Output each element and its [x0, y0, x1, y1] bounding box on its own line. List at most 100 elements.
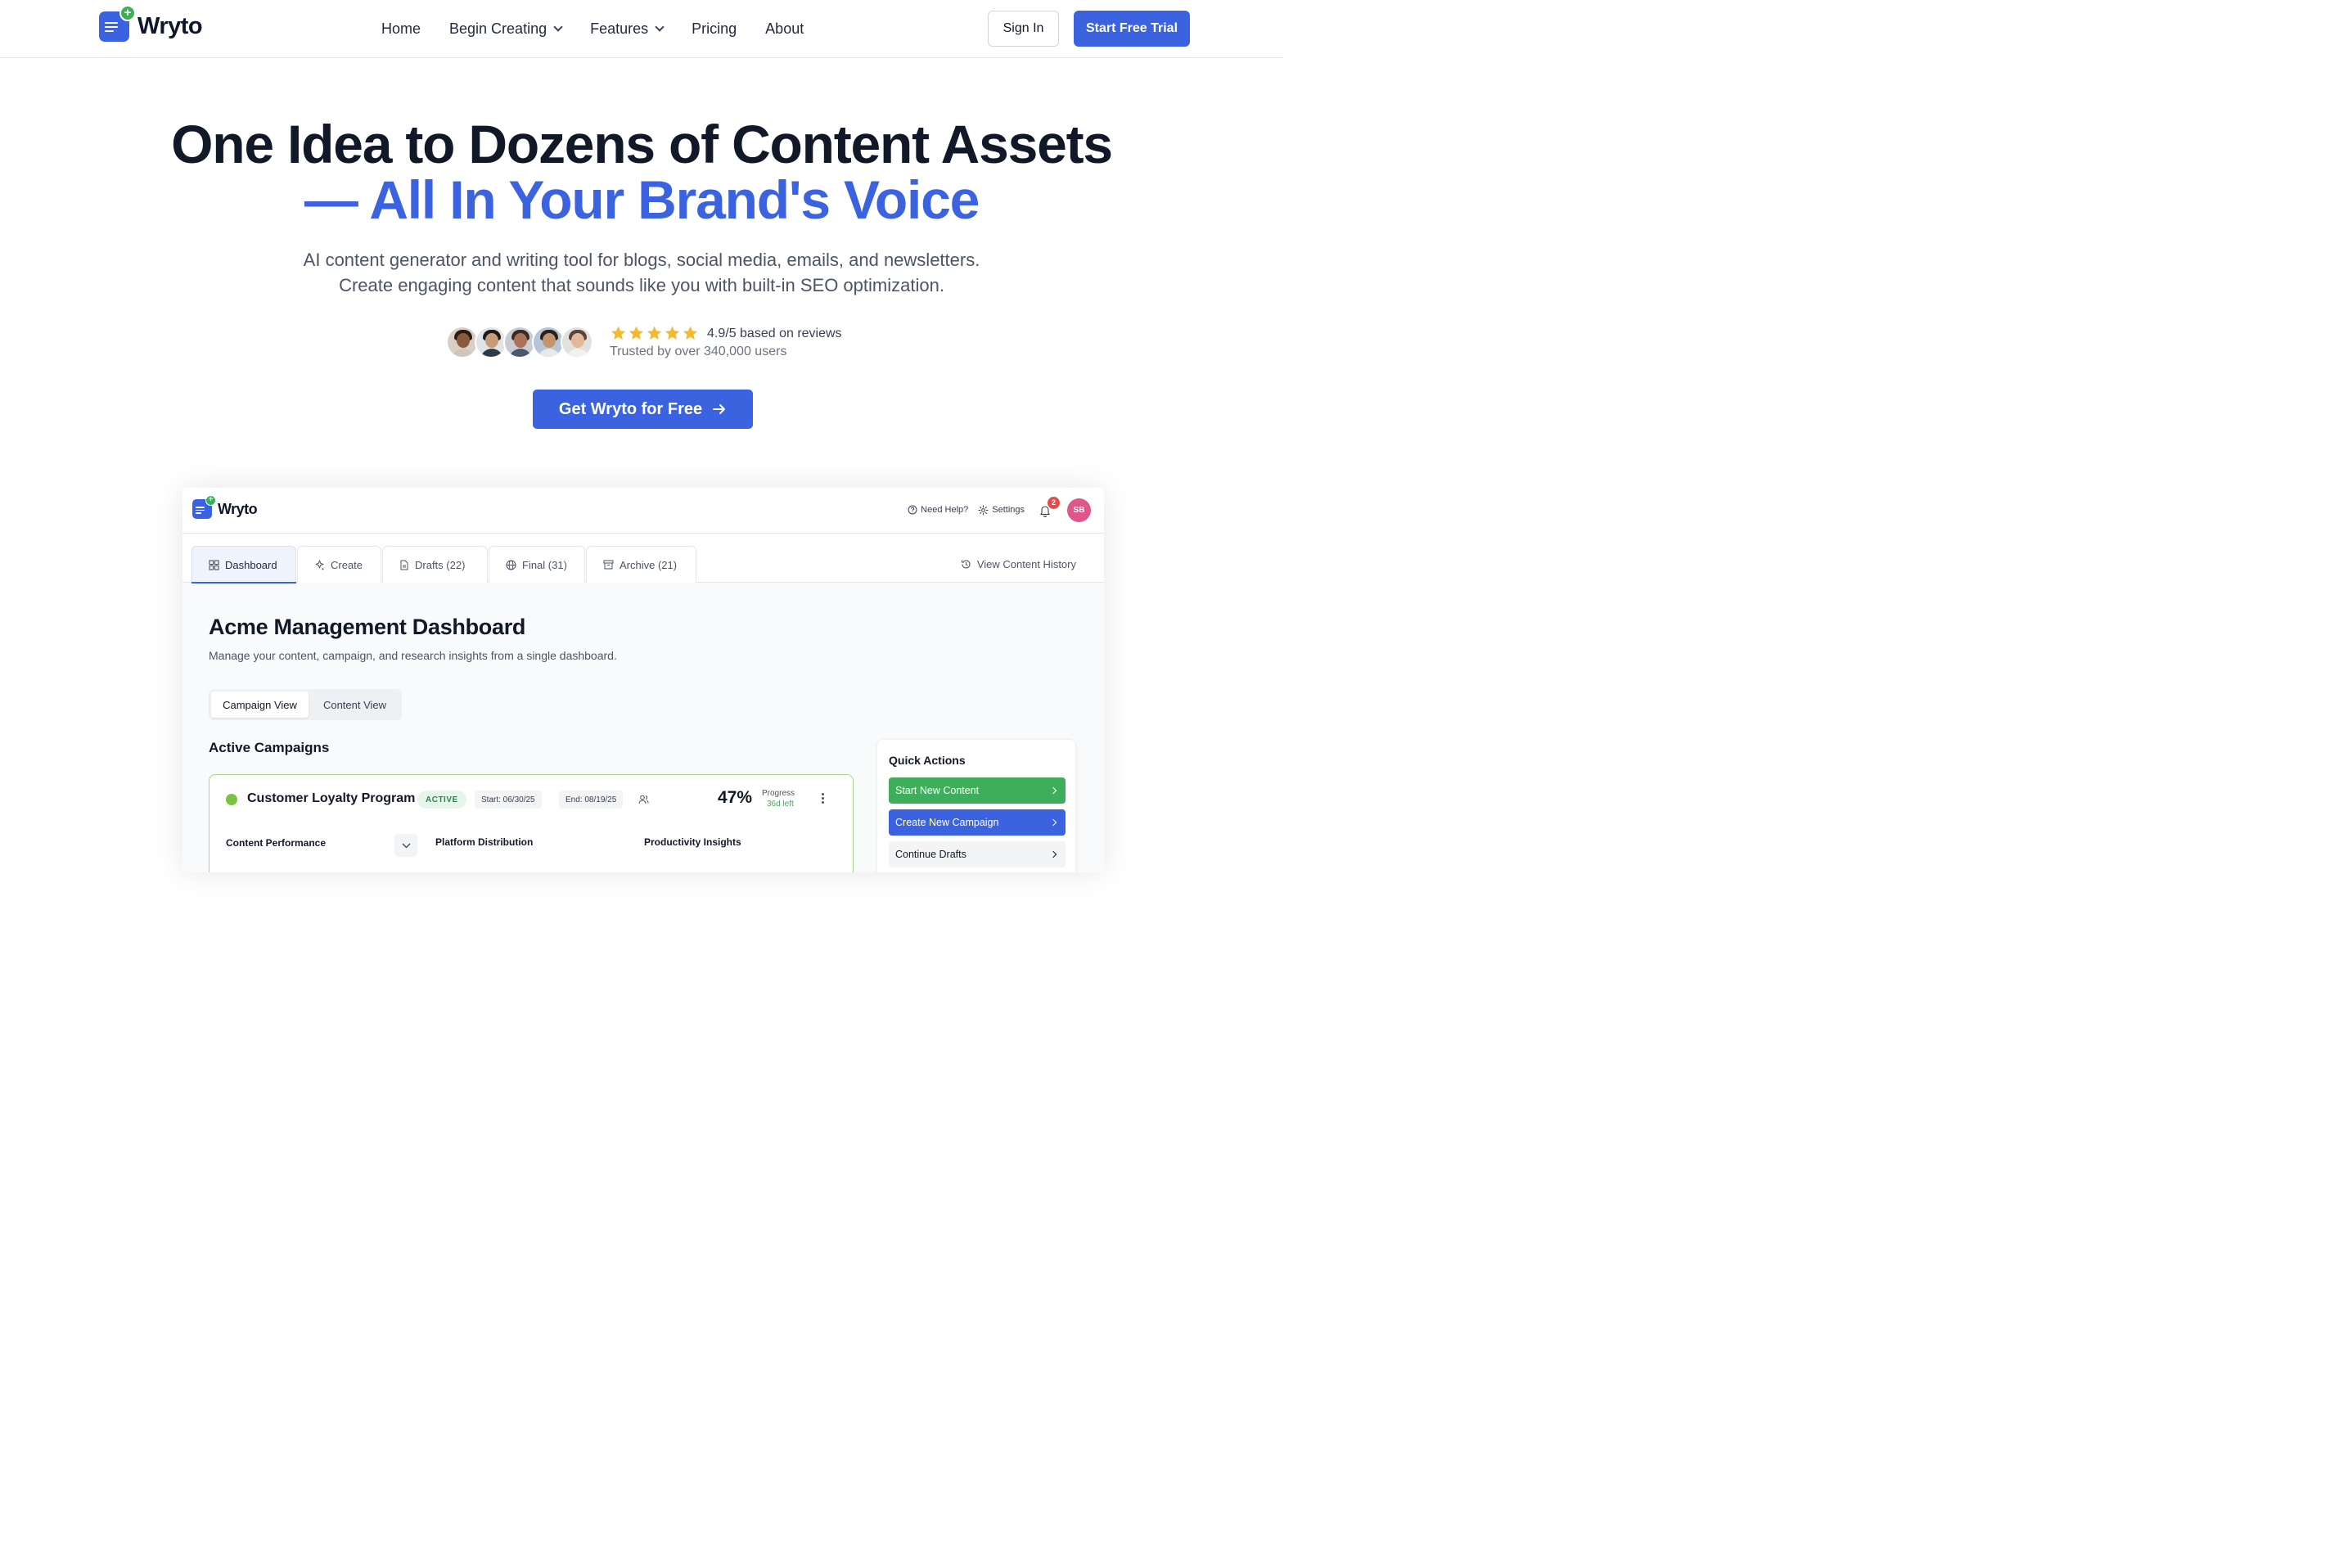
help-label: Need Help? [921, 505, 969, 515]
brand-logo[interactable]: + Wryto [99, 5, 203, 42]
notifications-button[interactable]: 2 [1038, 497, 1060, 517]
continue-drafts-button[interactable]: Continue Drafts [889, 841, 1066, 867]
chevron-right-icon [1049, 818, 1057, 827]
start-new-content-label: Start New Content [895, 785, 980, 796]
tab-create[interactable]: Create [297, 546, 381, 583]
more-options-icon[interactable] [822, 793, 825, 805]
get-wryto-free-button[interactable]: Get Wryto for Free [533, 390, 753, 429]
star-icon [611, 326, 626, 340]
hero-headline-accent: — All In Your Brand's Voice [304, 169, 980, 230]
site-header: + Wryto Home Begin Creating Features Pri… [0, 0, 1283, 58]
nav-pricing-label: Pricing [692, 20, 737, 37]
app-brand-name: Wryto [218, 500, 258, 517]
logo-document-icon: + [192, 495, 216, 519]
dashboard-icon [209, 560, 219, 570]
campaign-progress-percent: 47% [718, 788, 753, 807]
arrow-right-icon [713, 404, 726, 414]
chevron-right-icon [1049, 850, 1057, 858]
hero-subtitle: AI content generator and writing tool fo… [0, 247, 1283, 298]
tab-drafts-label: Drafts (22) [415, 558, 466, 571]
campaign-start-date: Start: 06/30/25 [475, 791, 542, 809]
campaign-status-dot [226, 794, 237, 805]
tab-dashboard[interactable]: Dashboard [191, 546, 296, 583]
tab-create-label: Create [331, 558, 363, 571]
user-avatar-button[interactable]: SB [1067, 498, 1091, 522]
app-tabs: Dashboard Create Drafts (22) Final (31) … [182, 534, 1104, 583]
users-icon[interactable] [638, 795, 649, 804]
create-new-campaign-button[interactable]: Create New Campaign [889, 809, 1066, 836]
tab-final-label: Final (31) [522, 558, 567, 571]
chevron-down-icon [655, 22, 665, 32]
hero-subtitle-line-1: AI content generator and writing tool fo… [303, 250, 980, 270]
content-performance-heading: Content Performance [226, 837, 327, 849]
nav-home-label: Home [381, 20, 421, 37]
campaign-status-badge: ACTIVE [417, 791, 466, 809]
tab-archive[interactable]: Archive (21) [586, 546, 696, 583]
app-header: + Wryto Need Help? Settings 2 SB [182, 488, 1104, 534]
dashboard-title: Acme Management Dashboard [209, 615, 526, 639]
quick-actions-panel: Quick Actions Start New Content Create N… [876, 739, 1076, 872]
hero-subtitle-line-2: Create engaging content that sounds like… [339, 275, 944, 295]
campaign-name: Customer Loyalty Program [247, 791, 416, 805]
settings-label: Settings [992, 505, 1025, 515]
document-icon [400, 560, 408, 570]
view-content-history-link[interactable]: View Content History [961, 558, 1076, 570]
user-avatars [446, 324, 597, 360]
campaign-card[interactable]: Customer Loyalty Program ACTIVE Start: 0… [209, 774, 854, 872]
settings-link[interactable]: Settings [978, 504, 1025, 516]
logo-document-icon: + [99, 5, 136, 42]
notification-badge: 2 [1048, 497, 1060, 509]
tab-dashboard-label: Dashboard [225, 558, 277, 571]
history-label: View Content History [976, 558, 1076, 570]
user-avatar [475, 326, 507, 358]
sparkle-icon [315, 560, 325, 570]
user-avatar [446, 326, 479, 358]
star-icon [665, 326, 680, 340]
user-avatar [532, 326, 565, 358]
content-view-button[interactable]: Content View [310, 692, 399, 718]
user-avatar [503, 326, 536, 358]
app-logo[interactable]: + Wryto [192, 495, 258, 519]
campaign-progress-label: Progress [762, 789, 795, 798]
help-circle-icon [908, 505, 917, 515]
tab-final[interactable]: Final (31) [489, 546, 585, 583]
tab-archive-label: Archive (21) [620, 558, 678, 571]
campaign-end-date: End: 08/19/25 [559, 791, 624, 809]
chevron-right-icon [1049, 786, 1057, 795]
sign-in-button[interactable]: Sign In [988, 11, 1059, 47]
star-icon [629, 326, 644, 340]
nav-features[interactable]: Features [590, 19, 665, 38]
help-link[interactable]: Need Help? [908, 505, 968, 515]
user-avatar [561, 326, 593, 358]
app-preview: + Wryto Need Help? Settings 2 SB Dashboa… [182, 488, 1104, 872]
nav-features-label: Features [590, 20, 649, 37]
star-icon [683, 326, 698, 340]
nav-about[interactable]: About [765, 19, 804, 38]
logo-plus-icon: + [119, 5, 136, 21]
dashboard-subtitle: Manage your content, campaign, and resea… [209, 649, 617, 662]
rating-text: 4.9/5 based on reviews [707, 327, 842, 340]
nav-pricing[interactable]: Pricing [692, 19, 737, 38]
content-performance-toggle[interactable] [394, 834, 417, 857]
active-campaigns-title: Active Campaigns [209, 740, 330, 755]
social-proof: 4.9/5 based on reviews Trusted by over 3… [446, 324, 855, 360]
continue-drafts-label: Continue Drafts [895, 849, 966, 860]
quick-actions-title: Quick Actions [889, 754, 966, 767]
gear-icon [978, 504, 989, 516]
campaign-view-button[interactable]: Campaign View [211, 692, 309, 718]
platform-distribution-heading: Platform Distribution [435, 836, 534, 848]
nav-begin-creating-label: Begin Creating [449, 20, 547, 37]
cta-label: Get Wryto for Free [558, 399, 703, 418]
start-free-trial-button[interactable]: Start Free Trial [1074, 11, 1190, 47]
app-body: Dashboard Create Drafts (22) Final (31) … [182, 534, 1104, 872]
tab-drafts[interactable]: Drafts (22) [382, 546, 488, 583]
nav-home[interactable]: Home [381, 19, 421, 38]
nav-begin-creating[interactable]: Begin Creating [449, 19, 563, 38]
start-new-content-button[interactable]: Start New Content [889, 777, 1066, 804]
brand-name: Wryto [137, 13, 203, 39]
chevron-down-icon [402, 843, 410, 848]
hero-headline: One Idea to Dozens of Content Assets [171, 114, 1113, 174]
view-toggle: Campaign View Content View [209, 689, 402, 720]
main-nav: Home Begin Creating Features Pricing Abo… [381, 19, 832, 38]
history-icon [961, 560, 971, 569]
